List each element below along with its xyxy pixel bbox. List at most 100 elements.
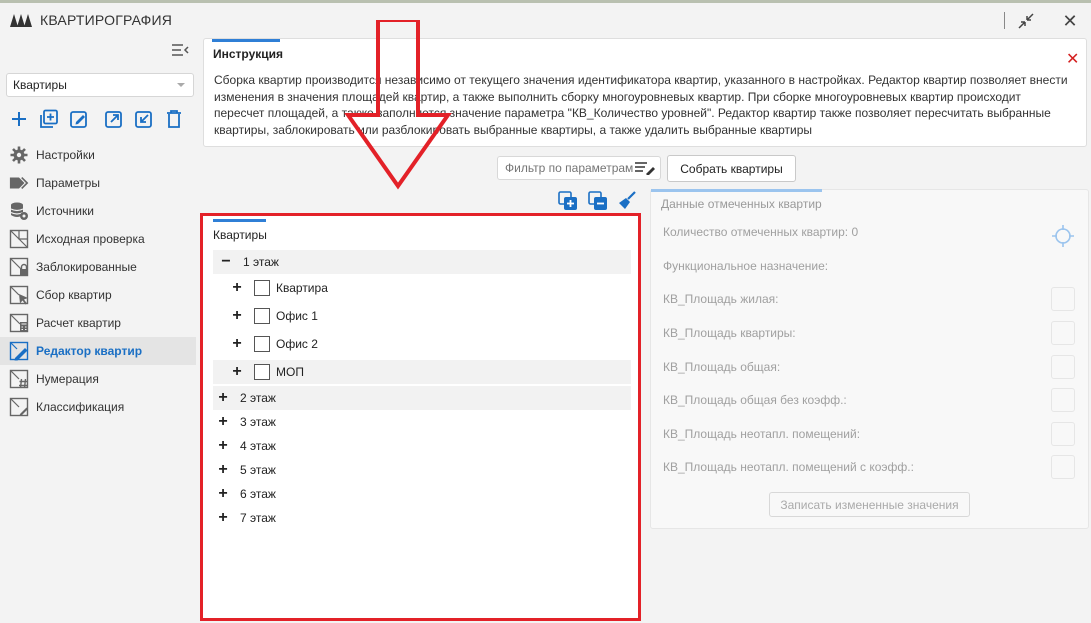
sidebar-item-collect-apartments[interactable]: Сбор квартир xyxy=(0,281,196,309)
expand-all-button[interactable] xyxy=(557,190,579,212)
expand-plus-icon[interactable]: + xyxy=(216,485,230,502)
collapse-window-button[interactable] xyxy=(1015,10,1037,32)
tree-row-label: Офис 1 xyxy=(276,309,318,323)
tree-row-floor[interactable]: + 6 этаж xyxy=(213,482,631,506)
title-bar: КВАРТИРОГРАФИЯ ✕ xyxy=(0,3,1091,36)
sidebar-item-parameters[interactable]: Параметры xyxy=(0,169,196,197)
instruction-text: Сборка квартир производится независимо о… xyxy=(214,73,1068,137)
sidebar-item-settings[interactable]: Настройки xyxy=(0,141,196,169)
sidebar-item-label: Источники xyxy=(36,204,94,218)
filter-edit-icon[interactable] xyxy=(634,161,656,175)
cursor-plan-icon xyxy=(9,285,29,305)
expand-plus-icon[interactable]: + xyxy=(216,413,230,430)
close-icon: ✕ xyxy=(1066,51,1080,68)
close-icon: ✕ xyxy=(1062,10,1078,31)
database-icon xyxy=(9,201,29,221)
instruction-panel: Инструкция ✕ Сборка квартир производится… xyxy=(203,38,1087,147)
row-checkbox[interactable] xyxy=(254,280,270,296)
field-label: КВ_Площадь общая: xyxy=(663,360,781,374)
edit-plan-icon xyxy=(9,341,29,361)
export-icon xyxy=(104,111,122,128)
export-button[interactable] xyxy=(103,108,124,130)
row-checkbox[interactable] xyxy=(254,364,270,380)
clear-selection-button[interactable] xyxy=(616,190,638,212)
tree-row-floor[interactable]: + 7 этаж xyxy=(213,506,631,530)
tree-row-label: 7 этаж xyxy=(240,511,276,525)
expand-plus-icon[interactable]: + xyxy=(216,437,230,454)
expand-plus-icon[interactable]: + xyxy=(230,363,244,380)
tree-row-label: Квартира xyxy=(276,281,328,295)
tree-row-floor[interactable]: − 1 этаж xyxy=(213,250,631,274)
add-group-button[interactable] xyxy=(38,108,59,130)
sidebar-item-label: Классификация xyxy=(36,400,125,414)
number-plan-icon xyxy=(9,369,29,389)
edit-button[interactable] xyxy=(69,108,90,130)
selected-apartments-data-panel xyxy=(650,189,1089,529)
sidebar-item-apartment-editor[interactable]: Редактор квартир xyxy=(0,337,196,365)
tag-icon xyxy=(9,173,29,193)
import-button[interactable] xyxy=(133,108,154,130)
field-value-box xyxy=(1051,388,1075,412)
tree-title: Квартиры xyxy=(213,228,267,242)
delete-button[interactable] xyxy=(164,108,185,130)
sidebar-item-label: Редактор квартир xyxy=(36,344,143,358)
sidebar-item-classification[interactable]: Классификация xyxy=(0,393,196,421)
expand-plus-icon[interactable]: + xyxy=(230,307,244,324)
tree-row-floor[interactable]: + 2 этаж xyxy=(213,386,631,410)
row-checkbox[interactable] xyxy=(254,336,270,352)
field-label: КВ_Площадь квартиры: xyxy=(663,326,796,340)
class-plan-icon xyxy=(9,397,29,417)
add-icon xyxy=(11,112,26,126)
tree-row-apartment[interactable]: + Квартира xyxy=(213,276,631,300)
sidebar-item-locked[interactable]: Заблокированные xyxy=(0,253,196,281)
sidebar-item-label: Нумерация xyxy=(36,372,99,386)
sidebar-item-initial-check[interactable]: Исходная проверка xyxy=(0,225,196,253)
field-value-box xyxy=(1051,321,1075,345)
expand-plus-icon[interactable]: + xyxy=(216,389,230,406)
tree-row-label: 5 этаж xyxy=(240,463,276,477)
tree-row-floor[interactable]: + 4 этаж xyxy=(213,434,631,458)
import-icon xyxy=(135,111,152,128)
selected-count-label: Количество отмеченных квартир: 0 xyxy=(663,225,859,239)
data-panel-accent xyxy=(651,189,822,192)
build-apartments-button[interactable]: Собрать квартиры xyxy=(667,155,796,182)
close-window-button[interactable]: ✕ xyxy=(1059,10,1081,32)
add-button[interactable] xyxy=(8,108,29,130)
collapse-minus-icon[interactable]: − xyxy=(219,253,233,270)
tree-row-label: Офис 2 xyxy=(276,337,318,351)
tree-row-floor[interactable]: + 3 этаж xyxy=(213,410,631,434)
collapse-all-button[interactable] xyxy=(587,190,609,212)
titlebar-divider xyxy=(1004,12,1005,29)
add-box-icon xyxy=(40,109,58,128)
tree-row-label: МОП xyxy=(276,365,304,379)
sidebar-item-sources[interactable]: Источники xyxy=(0,197,196,225)
copy-minus-icon xyxy=(588,191,607,210)
sidebar-item-label: Исходная проверка xyxy=(36,232,145,246)
tree-row-floor[interactable]: + 5 этаж xyxy=(213,458,631,482)
row-checkbox[interactable] xyxy=(254,308,270,324)
tree-row-apartment[interactable]: + Офис 1 xyxy=(213,304,631,328)
sidebar-item-calculate-apartments[interactable]: Расчет квартир xyxy=(0,309,196,337)
app-logo-icon xyxy=(10,14,32,27)
tree-row-label: 6 этаж xyxy=(240,487,276,501)
sidebar-nav: Настройки Параметры Источники Исходная п… xyxy=(0,141,196,421)
close-instruction-button[interactable]: ✕ xyxy=(1066,49,1079,69)
expand-plus-icon[interactable]: + xyxy=(230,335,244,352)
target-icon[interactable] xyxy=(1051,224,1075,248)
sidebar-item-numbering[interactable]: Нумерация xyxy=(0,365,196,393)
field-value-box xyxy=(1051,355,1075,379)
field-label: КВ_Площадь неотапл. помещений с коэфф.: xyxy=(663,460,914,474)
expand-plus-icon[interactable]: + xyxy=(230,279,244,296)
tree-row-apartment[interactable]: + МОП xyxy=(213,360,631,384)
function-label: Функциональное назначение: xyxy=(663,259,829,273)
calc-plan-icon xyxy=(9,313,29,333)
chevron-down-icon xyxy=(177,83,185,87)
dataset-select[interactable]: Квартиры xyxy=(6,73,194,97)
tree-row-apartment[interactable]: + Офис 2 xyxy=(213,332,631,356)
collapse-sidebar-icon[interactable] xyxy=(171,43,189,57)
expand-plus-icon[interactable]: + xyxy=(216,509,230,526)
tree-row-label: 4 этаж xyxy=(240,439,276,453)
expand-plus-icon[interactable]: + xyxy=(216,461,230,478)
sidebar-item-label: Сбор квартир xyxy=(36,288,112,302)
instruction-title: Инструкция xyxy=(213,47,284,61)
